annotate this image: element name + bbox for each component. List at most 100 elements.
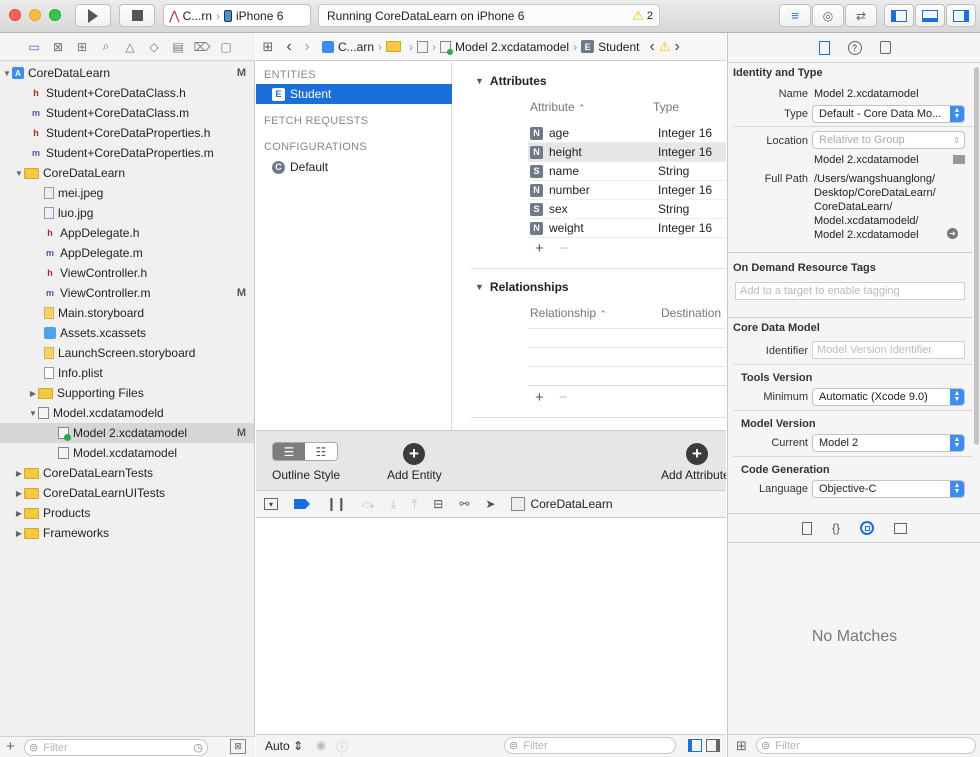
add-attribute-label[interactable]: Add Attribute bbox=[661, 468, 726, 482]
attribute-row[interactable]: S name String bbox=[528, 162, 726, 181]
tree-row-file[interactable]: LaunchScreen.storyboard bbox=[0, 343, 254, 363]
disclosure-open-icon[interactable]: ▼ bbox=[2, 69, 12, 78]
current-version-popup[interactable]: Model 2 ▲ ▼ bbox=[812, 434, 965, 452]
tree-row-file[interactable]: Assets.xcassets bbox=[0, 323, 254, 343]
hierarchy-icon[interactable]: ⊞ bbox=[70, 38, 94, 56]
toggle-debug-area-button[interactable] bbox=[915, 4, 945, 27]
step-over-icon[interactable]: ⤼ bbox=[362, 497, 375, 512]
help-icon[interactable]: ? bbox=[847, 40, 862, 55]
attribute-row[interactable]: N age Integer 16 bbox=[528, 124, 726, 143]
warning-triangle-icon[interactable]: △ bbox=[118, 38, 142, 56]
add-icon[interactable]: + bbox=[6, 738, 15, 755]
relationship-column-header[interactable]: Relationship ⌃ bbox=[530, 306, 607, 320]
remove-relationship-minus-icon[interactable]: − bbox=[559, 389, 568, 406]
tree-row-file[interactable]: h AppDelegate.h bbox=[0, 223, 254, 243]
attribute-type[interactable]: Integer 16 bbox=[658, 126, 712, 140]
info-icon[interactable]: ⓘ bbox=[336, 738, 348, 755]
attribute-type[interactable]: String bbox=[658, 164, 689, 178]
disclosure-open-icon[interactable]: ▼ bbox=[14, 169, 24, 178]
relationships-section-header[interactable]: ▼ Relationships bbox=[475, 280, 569, 294]
language-popup[interactable]: Objective-C ▲ ▼ bbox=[812, 480, 965, 498]
tree-row-file[interactable]: mei.jpeg bbox=[0, 183, 254, 203]
type-column-header[interactable]: Type bbox=[653, 100, 679, 114]
attribute-row[interactable]: N height Integer 16 bbox=[528, 143, 726, 162]
grid-view-icon[interactable]: ⊞ bbox=[736, 738, 747, 754]
warning-icon[interactable]: ⚠ bbox=[659, 39, 671, 55]
back-icon[interactable]: ‹ bbox=[649, 38, 654, 56]
disclosure-closed-icon[interactable]: ▶ bbox=[28, 389, 38, 398]
attribute-row[interactable]: N weight Integer 16 bbox=[528, 219, 726, 238]
data-model-bundle-icon[interactable] bbox=[417, 40, 429, 53]
add-entity-label[interactable]: Add Entity bbox=[387, 468, 442, 482]
name-value[interactable]: Model 2.xcdatamodel bbox=[814, 88, 919, 100]
add-entity-icon[interactable]: + bbox=[403, 443, 425, 465]
attribute-type[interactable]: Integer 16 bbox=[658, 221, 712, 235]
breakpoint-icon[interactable]: ⌦ bbox=[190, 38, 214, 56]
editor-style-segmented-control[interactable]: ☰ ☷ bbox=[272, 442, 338, 461]
minimize-window-button[interactable] bbox=[29, 9, 41, 21]
disclosure-closed-icon[interactable]: ▶ bbox=[14, 489, 24, 498]
attribute-type[interactable]: Integer 16 bbox=[658, 145, 712, 159]
entity-row-selected[interactable]: E Student bbox=[256, 84, 452, 104]
add-relationship-plus-icon[interactable]: + bbox=[535, 389, 544, 406]
destination-column-header[interactable]: Destination bbox=[661, 306, 721, 320]
folder-icon[interactable]: ▭ bbox=[22, 38, 46, 56]
version-editor-button[interactable]: ⇄ bbox=[845, 4, 877, 27]
pause-icon[interactable]: ❙❙ bbox=[326, 496, 347, 512]
scrollbar[interactable] bbox=[974, 67, 979, 445]
assistant-editor-button[interactable]: ◎ bbox=[812, 4, 844, 27]
identifier-field[interactable]: Model Version Identifier bbox=[812, 341, 965, 359]
debug-console-area[interactable] bbox=[256, 518, 726, 734]
view-hierarchy-icon[interactable]: ⊟ bbox=[433, 497, 443, 511]
tree-row-group[interactable]: ▶ CoreDataLearnUITests bbox=[0, 483, 254, 503]
scheme-selector[interactable]: ⋀ C...rn › iPhone 6 bbox=[163, 4, 311, 27]
add-attribute-plus-icon[interactable]: + bbox=[535, 240, 544, 257]
eye-icon[interactable]: ◉ bbox=[316, 738, 326, 752]
hide-debug-area-icon[interactable]: ▾ bbox=[264, 498, 278, 510]
variables-scope-selector[interactable]: Auto ⇕ bbox=[265, 739, 303, 753]
table-style-icon[interactable]: ☰ bbox=[273, 443, 305, 460]
media-library-icon[interactable] bbox=[894, 522, 907, 534]
tree-row-file-selected[interactable]: Model 2.xcdatamodel M bbox=[0, 423, 254, 443]
folder-icon[interactable] bbox=[953, 155, 965, 164]
attribute-row[interactable]: S sex String bbox=[528, 200, 726, 219]
variables-filter-field[interactable]: ⊜ Filter bbox=[504, 737, 676, 754]
code-snippet-icon[interactable]: {} bbox=[832, 521, 840, 535]
memory-graph-icon[interactable]: ⚯ bbox=[459, 497, 469, 511]
odr-tags-field[interactable]: Add to a target to enable tagging bbox=[735, 282, 965, 300]
entity-inspector-icon[interactable] bbox=[879, 41, 891, 54]
tree-row-file[interactable]: Model.xcdatamodel bbox=[0, 443, 254, 463]
minimum-popup[interactable]: Automatic (Xcode 9.0) ▲ ▼ bbox=[812, 388, 965, 406]
navigator-filter-field[interactable]: ⊜ Filter ◷ bbox=[24, 739, 208, 756]
tree-row-file[interactable]: m AppDelegate.m bbox=[0, 243, 254, 263]
warning-icon[interactable]: ⚠ bbox=[632, 8, 644, 24]
source-control-icon[interactable]: ⊠ bbox=[46, 38, 70, 56]
disclosure-open-icon[interactable]: ▼ bbox=[28, 409, 38, 418]
breadcrumb-project[interactable]: C...arn bbox=[338, 40, 374, 54]
tree-row-project[interactable]: ▼ A CoreDataLearn M bbox=[0, 63, 254, 83]
tree-row-group[interactable]: ▼ Model.xcdatamodeld bbox=[0, 403, 254, 423]
disclosure-closed-icon[interactable]: ▶ bbox=[14, 509, 24, 518]
tree-row-file[interactable]: h Student+CoreDataProperties.h bbox=[0, 123, 254, 143]
debug-target-label[interactable]: CoreDataLearn bbox=[530, 497, 612, 511]
type-popup[interactable]: Default - Core Data Mo... ▲ ▼ bbox=[812, 105, 965, 123]
tree-row-file[interactable]: Info.plist bbox=[0, 363, 254, 383]
related-items-icon[interactable]: ⊞ bbox=[256, 39, 280, 55]
zoom-window-button[interactable] bbox=[49, 9, 61, 21]
folder-icon[interactable] bbox=[386, 41, 402, 52]
remove-attribute-minus-icon[interactable]: − bbox=[559, 240, 568, 257]
attribute-type[interactable]: String bbox=[658, 202, 689, 216]
tree-row-file[interactable]: luo.jpg bbox=[0, 203, 254, 223]
disclosure-closed-icon[interactable]: ▶ bbox=[14, 469, 24, 478]
library-filter-field[interactable]: ⊜ Filter bbox=[756, 737, 976, 754]
standard-editor-button[interactable]: ≡ bbox=[779, 4, 811, 27]
tree-row-group[interactable]: ▶ CoreDataLearnTests bbox=[0, 463, 254, 483]
run-button[interactable] bbox=[75, 4, 111, 27]
configuration-row[interactable]: C Default bbox=[272, 158, 328, 176]
stop-button[interactable] bbox=[119, 4, 155, 27]
close-window-button[interactable] bbox=[9, 9, 21, 21]
tree-row-file[interactable]: h Student+CoreDataClass.h bbox=[0, 83, 254, 103]
tree-row-file[interactable]: h ViewController.h bbox=[0, 263, 254, 283]
breakpoints-toggle-icon[interactable] bbox=[294, 499, 310, 509]
attributes-section-header[interactable]: ▼ Attributes bbox=[475, 74, 547, 88]
